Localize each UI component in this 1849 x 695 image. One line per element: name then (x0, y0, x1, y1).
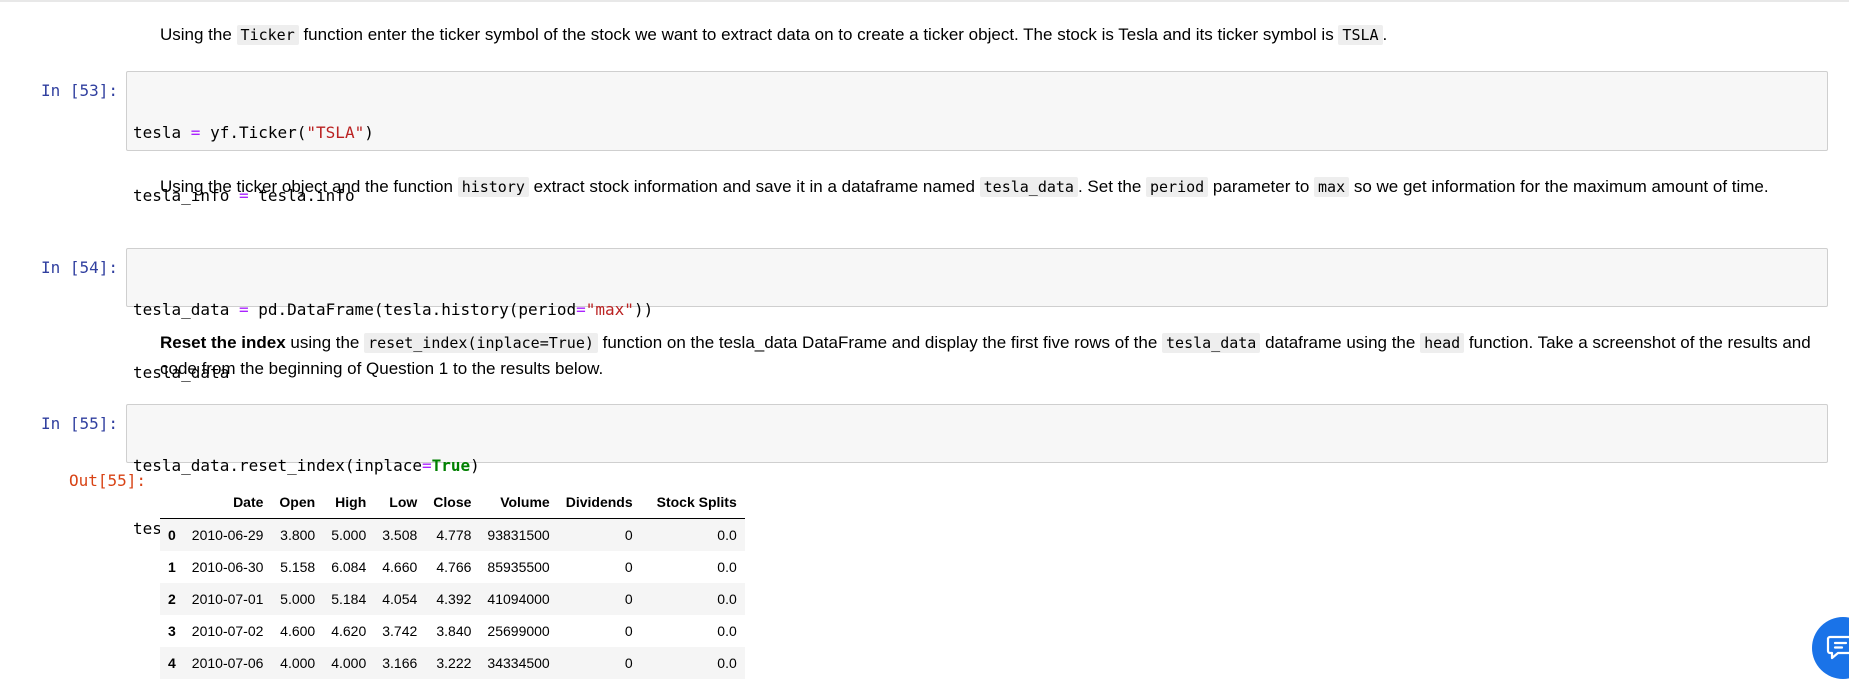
markdown-cell-instructions-reset-index: Reset the index using the reset_index(in… (160, 330, 1820, 381)
row-index: 1 (168, 559, 176, 575)
table-row: 3 2010-07-02 4.600 4.620 3.742 3.840 256… (160, 615, 745, 647)
code-line: tesla_data.reset_index(inplace=True) (133, 456, 480, 475)
table-row: 4 2010-07-06 4.000 4.000 3.166 3.222 343… (160, 647, 745, 679)
table-cell: 5.000 (331, 527, 367, 543)
input-prompt: In [53]: (40, 81, 118, 100)
table-header-row: Date Open High Low Close Volume Dividend… (160, 486, 745, 519)
column-header-dividends: Dividends (557, 486, 641, 519)
md-text: . Set the (1077, 177, 1146, 196)
table-cell: 0.0 (717, 559, 737, 575)
inline-code: period (1146, 177, 1209, 197)
table-row: 1 2010-06-30 5.158 6.084 4.660 4.766 859… (160, 551, 745, 583)
md-text: Using the (160, 25, 237, 44)
table-cell: 4.392 (436, 591, 472, 607)
table-cell: 5.000 (280, 591, 316, 607)
table-cell: 0.0 (717, 655, 737, 671)
table-cell: 3.800 (280, 527, 316, 543)
markdown-cell-instructions-ticker: Using the Ticker function enter the tick… (160, 22, 1820, 48)
table-cell: 25699000 (487, 623, 550, 639)
md-text: so we get information for the maximum am… (1349, 177, 1769, 196)
inline-code: head (1420, 333, 1465, 353)
table-cell: 3.742 (382, 623, 418, 639)
md-text: function enter the ticker symbol of the … (298, 25, 1339, 44)
column-header-low: Low (374, 486, 426, 519)
code-line: tesla = yf.Ticker("TSLA") (133, 123, 374, 142)
input-prompt: In [54]: (40, 258, 118, 277)
table-cell: 2010-06-30 (191, 559, 264, 575)
table-cell: 6.084 (331, 559, 367, 575)
row-index: 3 (168, 623, 176, 639)
code-cell-55[interactable]: tesla_data.reset_index(inplace=True) tes… (126, 404, 1828, 538)
table-cell: 4.766 (436, 559, 472, 575)
table-cell: 5.184 (331, 591, 367, 607)
dataframe-output-table: Date Open High Low Close Volume Dividend… (160, 486, 745, 679)
table-cell: 93831500 (487, 527, 550, 543)
table-cell: 3.166 (382, 655, 418, 671)
row-index: 0 (168, 527, 176, 543)
table-cell: 2010-07-02 (191, 623, 264, 639)
table-cell: 2010-07-06 (191, 655, 264, 671)
table-cell: 41094000 (487, 591, 550, 607)
column-header-index (160, 486, 184, 519)
column-header-high: High (323, 486, 375, 519)
table-cell: 0 (624, 591, 633, 607)
chat-button[interactable] (1812, 617, 1849, 679)
md-text: . (1382, 25, 1388, 44)
table-row: 2 2010-07-01 5.000 5.184 4.054 4.392 410… (160, 583, 745, 615)
column-header-open: Open (271, 486, 324, 519)
output-prompt: Out[55]: (68, 471, 146, 490)
md-text: function on the tesla_data DataFrame and… (597, 333, 1163, 352)
table-cell: 0.0 (717, 527, 737, 543)
table-cell: 0 (624, 623, 633, 639)
md-text: Using the ticker object and the function (160, 177, 458, 196)
input-prompt: In [55]: (40, 414, 118, 433)
md-text: using the (285, 333, 365, 352)
inline-code: TSLA (1338, 25, 1383, 45)
row-index: 4 (168, 655, 176, 671)
table-cell: 4.778 (436, 527, 472, 543)
table-cell: 4.620 (331, 623, 367, 639)
md-text: dataframe using the (1260, 333, 1421, 352)
code-cell-54[interactable]: tesla_data = pd.DataFrame(tesla.history(… (126, 248, 1828, 382)
inline-code: tesla_data (1162, 333, 1261, 353)
column-header-date: Date (183, 486, 272, 519)
table-cell: 3.508 (382, 527, 418, 543)
inline-code: reset_index(inplace=True) (364, 333, 598, 353)
table-cell: 0.0 (717, 591, 737, 607)
table-cell: 2010-07-01 (191, 591, 264, 607)
column-header-close: Close (425, 486, 480, 519)
table-cell: 2010-06-29 (191, 527, 264, 543)
chat-icon (1826, 632, 1849, 665)
table-cell: 0 (624, 559, 633, 575)
inline-code: max (1314, 177, 1350, 197)
table-cell: 4.000 (331, 655, 367, 671)
table-cell: 4.054 (382, 591, 418, 607)
table-cell: 4.000 (280, 655, 316, 671)
code-line: tesla_data = pd.DataFrame(tesla.history(… (133, 300, 654, 319)
table-cell: 0 (624, 527, 633, 543)
table-cell: 0 (624, 655, 633, 671)
table-cell: 4.600 (280, 623, 316, 639)
table-cell: 3.222 (436, 655, 472, 671)
inline-code: tesla_data (979, 177, 1078, 197)
table-cell: 85935500 (487, 559, 550, 575)
column-header-stock-splits: Stock Splits (640, 486, 745, 519)
table-cell: 3.840 (436, 623, 472, 639)
row-index: 2 (168, 591, 176, 607)
md-bold-text: Reset the index (160, 333, 286, 352)
table-cell: 5.158 (280, 559, 316, 575)
code-cell-53[interactable]: tesla = yf.Ticker("TSLA") tesla_info = t… (126, 71, 1828, 268)
table-cell: 34334500 (487, 655, 550, 671)
markdown-cell-instructions-history: Using the ticker object and the function… (160, 174, 1820, 200)
md-text: extract stock information and save it in… (528, 177, 980, 196)
inline-code: history (457, 177, 529, 197)
table-row: 0 2010-06-29 3.800 5.000 3.508 4.778 938… (160, 518, 745, 551)
inline-code: Ticker (236, 25, 299, 45)
column-header-volume: Volume (479, 486, 558, 519)
table-cell: 0.0 (717, 623, 737, 639)
top-edge (0, 0, 1849, 2)
md-text: parameter to (1208, 177, 1315, 196)
table-cell: 4.660 (382, 559, 418, 575)
